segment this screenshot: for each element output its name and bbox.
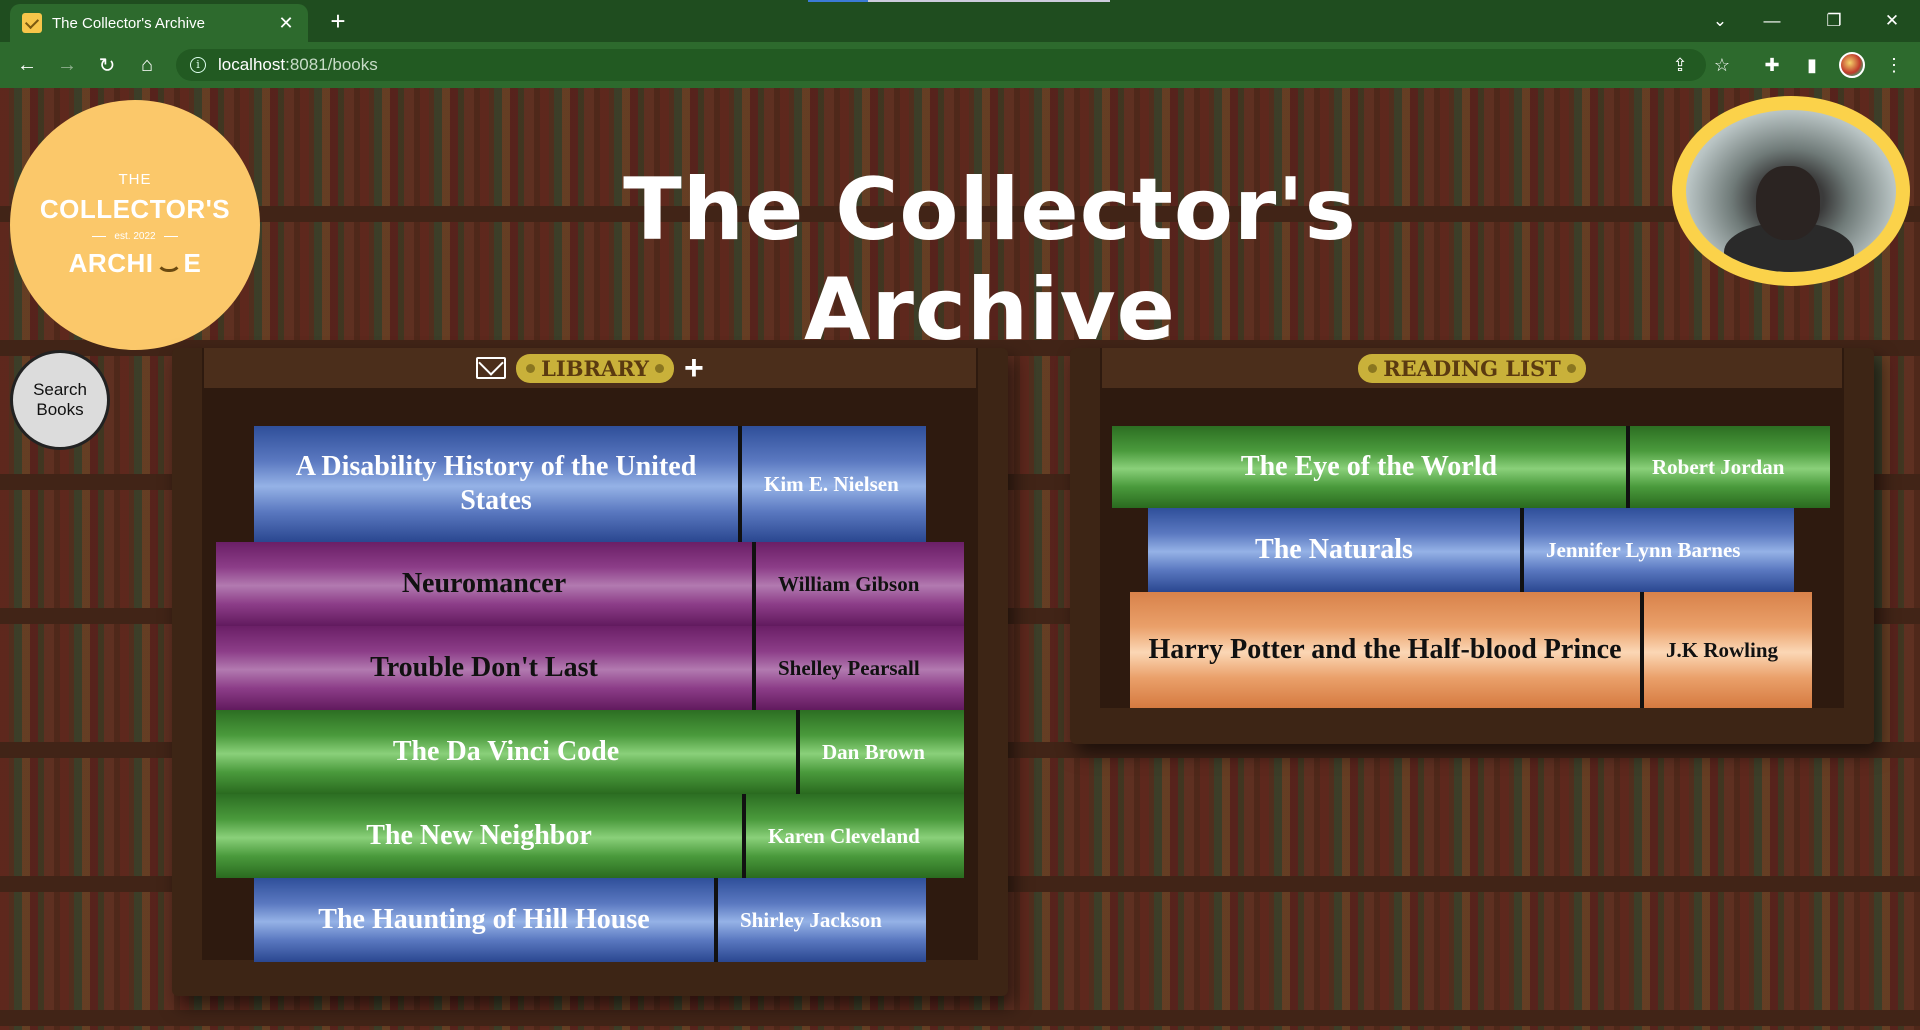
new-tab-button[interactable]: + [324,6,352,36]
tab-title: The Collector's Archive [52,14,205,32]
browser-tabbar: The Collector's Archive ✕ + ⌄ — ❐ ✕ [0,0,1920,42]
tab-close-icon[interactable]: ✕ [276,13,296,34]
book-author: Shelley Pearsall [778,655,920,680]
url-path: :8081/books [285,55,378,74]
share-icon[interactable]: ⇪ [1666,51,1694,79]
logo-archive: ARCHI E [68,248,202,278]
side-panel-icon[interactable]: ▮ [1798,51,1826,79]
book-author: Kim E. Nielsen [764,471,899,496]
tab-search-dropdown-icon[interactable]: ⌄ [1694,0,1746,42]
site-favicon-icon [22,13,42,33]
profile-icon[interactable] [1838,51,1866,79]
reading-list-shelf: READING LIST The Eye of the World Robert… [1070,348,1874,744]
logo-established: est. 2022 [92,231,177,242]
book-title: The Eye of the World [1112,426,1630,508]
open-book-icon [155,260,182,272]
library-shelf: LIBRARY + A Disability History of the Un… [172,348,1008,996]
page-load-indicator [808,0,1110,2]
book-author: William Gibson [778,571,920,596]
library-book[interactable]: The Da Vinci Code Dan Brown [216,710,964,794]
reading-list-book[interactable]: Harry Potter and the Half-blood Prince J… [1130,592,1812,708]
book-author: J.K Rowling [1666,637,1779,662]
mail-icon[interactable] [476,357,507,379]
reading-list-book[interactable]: The Eye of the World Robert Jordan [1112,426,1830,508]
book-author: Jennifer Lynn Barnes [1546,537,1741,562]
library-book[interactable]: The Haunting of Hill House Shirley Jacks… [254,878,926,962]
site-logo[interactable]: THE COLLECTOR'S est. 2022 ARCHI E [10,100,260,350]
library-label: LIBRARY [516,353,675,383]
back-arrow-icon[interactable]: ← [12,50,42,80]
page-title: The Collector's Archive [623,160,1357,360]
reading-list-book[interactable]: The Naturals Jennifer Lynn Barnes [1148,508,1794,592]
user-avatar[interactable] [1672,96,1910,286]
address-bar[interactable]: i localhost:8081/books [176,49,1706,81]
book-author: Karen Cleveland [768,823,920,848]
book-author: Shirley Jackson [740,907,882,932]
logo-the: THE [118,171,152,188]
url-host: localhost [218,55,286,74]
book-title: Neuromancer [216,542,756,626]
minimize-button[interactable]: — [1746,0,1798,42]
extensions-puzzle-icon[interactable]: ✚ [1758,51,1786,79]
library-book[interactable]: The New Neighbor Karen Cleveland [216,794,964,878]
reload-icon[interactable]: ↻ [92,50,122,80]
book-author: Robert Jordan [1652,454,1785,479]
site-info-icon[interactable]: i [190,57,206,73]
book-title: Trouble Don't Last [216,626,756,710]
book-title: Harry Potter and the Half-blood Prince [1130,592,1644,708]
library-book[interactable]: A Disability History of the United State… [254,426,926,542]
book-author: Dan Brown [822,739,925,764]
restore-button[interactable]: ❐ [1808,0,1860,42]
add-book-icon[interactable]: + [684,351,704,385]
forward-arrow-icon[interactable]: → [52,50,82,80]
browser-toolbar: ← → ↻ ⌂ i localhost:8081/books ⇪ ☆ ✚ ▮ ⋮ [0,42,1920,88]
book-title: The Da Vinci Code [216,710,800,794]
logo-collectors: COLLECTOR'S [39,194,231,224]
browser-tab[interactable]: The Collector's Archive ✕ [10,4,308,42]
book-title: The New Neighbor [216,794,746,878]
browser-menu-icon[interactable]: ⋮ [1880,51,1908,79]
book-title: The Haunting of Hill House [254,878,718,962]
search-books-button[interactable]: Search Books [10,350,110,450]
library-book[interactable]: Trouble Don't Last Shelley Pearsall [216,626,964,710]
book-title: A Disability History of the United State… [254,426,742,542]
library-header: LIBRARY + [202,348,978,390]
close-window-button[interactable]: ✕ [1866,0,1918,42]
page-background: THE COLLECTOR'S est. 2022 ARCHI E Search … [0,88,1920,1030]
home-icon[interactable]: ⌂ [132,50,162,80]
library-book[interactable]: Neuromancer William Gibson [216,542,964,626]
reading-list-header: READING LIST [1100,348,1844,390]
book-title: The Naturals [1148,508,1524,592]
bookmark-star-icon[interactable]: ☆ [1708,51,1736,79]
reading-list-label: READING LIST [1358,353,1586,383]
